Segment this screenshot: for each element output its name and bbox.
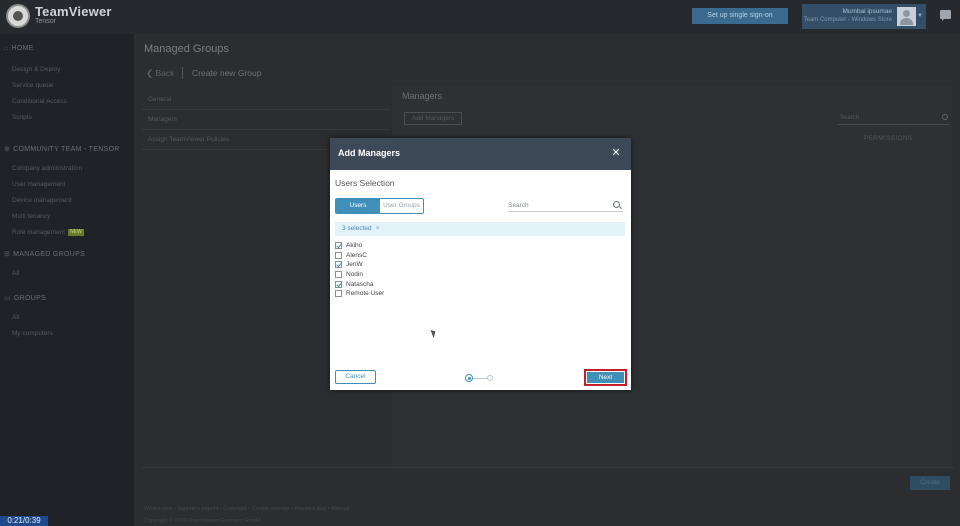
user-name: Mumbai ipsumae: [842, 8, 893, 15]
sidebar-item-my-computers[interactable]: My computers: [12, 330, 53, 337]
footer-copyright: Copyright © 2020 TeamViewer Germany GmbH: [144, 518, 261, 524]
user-company: Team Computer - Windows Store: [803, 17, 892, 23]
list-item[interactable]: Natascha: [335, 279, 455, 289]
step-dot-current: [465, 374, 473, 382]
user-label: JenW: [346, 261, 363, 269]
managers-search-input[interactable]: Search: [838, 112, 950, 125]
dialog-title: Add Managers: [338, 148, 401, 158]
tab-general[interactable]: General: [142, 90, 390, 110]
user-label: Natascha: [346, 280, 374, 288]
close-icon[interactable]: ✕: [610, 146, 622, 160]
permissions-header: PERMISSIONS: [864, 135, 913, 142]
list-item[interactable]: JenW: [335, 260, 455, 270]
sidebar-item-multi-tenancy[interactable]: Multi tenancy: [12, 213, 50, 220]
sidebar-item-service-queue[interactable]: Service queue: [12, 82, 54, 89]
user-checkbox[interactable]: [335, 290, 342, 298]
step-indicator: [465, 374, 495, 382]
step-connector: [473, 377, 487, 379]
brand-name: TeamViewer: [35, 4, 112, 19]
sidebar-item-scripts[interactable]: Scripts: [12, 114, 32, 121]
setup-sso-button[interactable]: Set up single sign-on: [692, 8, 788, 24]
avatar: [897, 7, 916, 26]
next-button-highlight: Next: [584, 369, 627, 386]
brand-subtitle: Tensor: [35, 18, 57, 25]
video-timestamp: 0:21/0:39: [0, 516, 48, 526]
cancel-button[interactable]: Cancel: [335, 370, 376, 384]
next-button[interactable]: Next: [587, 372, 624, 383]
sidebar: ⌂ HOME Design & Deploy Service queue Cond…: [0, 34, 134, 526]
footer-links[interactable]: What's new • Support • Imprint • Copyrig…: [144, 506, 349, 512]
top-bar: TeamViewer Tensor Set up single sign-on …: [0, 0, 960, 34]
chat-icon[interactable]: [940, 10, 951, 21]
toggle-users[interactable]: Users: [336, 199, 380, 213]
user-checkbox[interactable]: [335, 251, 342, 259]
selected-count-chip: 3 selected ×: [342, 225, 380, 232]
sidebar-item-user-management[interactable]: User management: [12, 181, 65, 188]
list-item[interactable]: Akiho: [335, 241, 455, 251]
user-label: Remote User: [346, 290, 385, 298]
user-checkbox[interactable]: [335, 261, 342, 269]
groups-icon: ▭: [4, 295, 11, 302]
sidebar-item-design-deploy[interactable]: Design & Deploy: [12, 66, 60, 73]
search-input[interactable]: [508, 200, 608, 211]
search-icon: [942, 114, 948, 120]
dialog-header: Add Managers ✕: [330, 138, 631, 170]
sidebar-section-home[interactable]: ⌂ HOME: [4, 45, 34, 52]
user-checkbox[interactable]: [335, 280, 342, 288]
user-label: AlensC: [346, 251, 367, 259]
sidebar-item-managed-all[interactable]: All: [12, 270, 19, 277]
users-selection-title: Users Selection: [335, 178, 395, 188]
add-managers-button[interactable]: Add Managers: [404, 112, 462, 125]
list-item[interactable]: AlensC: [335, 251, 455, 261]
sidebar-item-conditional-access[interactable]: Conditional Access: [12, 98, 67, 105]
sidebar-item-device-management[interactable]: Device management: [12, 197, 72, 204]
list-item[interactable]: Remote User: [335, 289, 455, 299]
managers-header: Managers: [402, 91, 443, 101]
search-icon[interactable]: [613, 201, 620, 208]
dialog-search: [508, 200, 623, 212]
managed-groups-icon: ⊞: [4, 251, 11, 258]
add-managers-dialog: Add Managers ✕ Users Selection Users Use…: [330, 138, 631, 390]
chevron-down-icon: ▼: [917, 13, 923, 19]
breadcrumb-divider: [182, 67, 183, 79]
clear-selection-icon[interactable]: ×: [376, 225, 380, 232]
user-label: Nodin: [346, 271, 363, 279]
step-dot-next: [487, 375, 493, 381]
tab-managers[interactable]: Managers: [142, 110, 390, 130]
sidebar-item-groups-all[interactable]: All: [12, 314, 19, 321]
new-badge: NEW: [68, 229, 84, 236]
home-icon: ⌂: [4, 45, 9, 52]
back-link[interactable]: ❮ Back: [146, 68, 174, 79]
sidebar-section-community[interactable]: ⊕ COMMUNITY TEAM - TENSOR: [4, 145, 120, 153]
user-checkbox[interactable]: [335, 242, 342, 250]
page-title: Managed Groups: [144, 43, 229, 55]
sidebar-section-managed-groups[interactable]: ⊞ MANAGED GROUPS: [4, 250, 85, 258]
selection-summary-bar: 3 selected ×: [335, 222, 625, 236]
user-label: Akiho: [346, 242, 363, 250]
user-menu[interactable]: Mumbai ipsumae Team Computer - Windows S…: [802, 4, 926, 29]
toggle-user-groups[interactable]: User Groups: [380, 199, 423, 213]
divider: [142, 467, 954, 468]
user-checkbox[interactable]: [335, 271, 342, 279]
user-list: Akiho AlensC JenW Nodin Natascha Remote …: [335, 241, 455, 299]
selection-type-toggle: Users User Groups: [335, 198, 424, 214]
mouse-cursor-icon: [430, 328, 438, 339]
breadcrumb-title: Create new Group: [192, 68, 262, 78]
team-icon: ⊕: [4, 146, 11, 153]
sidebar-section-groups[interactable]: ▭ GROUPS: [4, 294, 46, 302]
list-item[interactable]: Nodin: [335, 270, 455, 280]
sidebar-item-company-admin[interactable]: Company administration: [12, 165, 82, 172]
teamviewer-logo-icon[interactable]: [6, 4, 30, 28]
create-group-button[interactable]: Create: [910, 476, 950, 490]
sidebar-item-role-management[interactable]: Role management NEW: [12, 229, 84, 236]
